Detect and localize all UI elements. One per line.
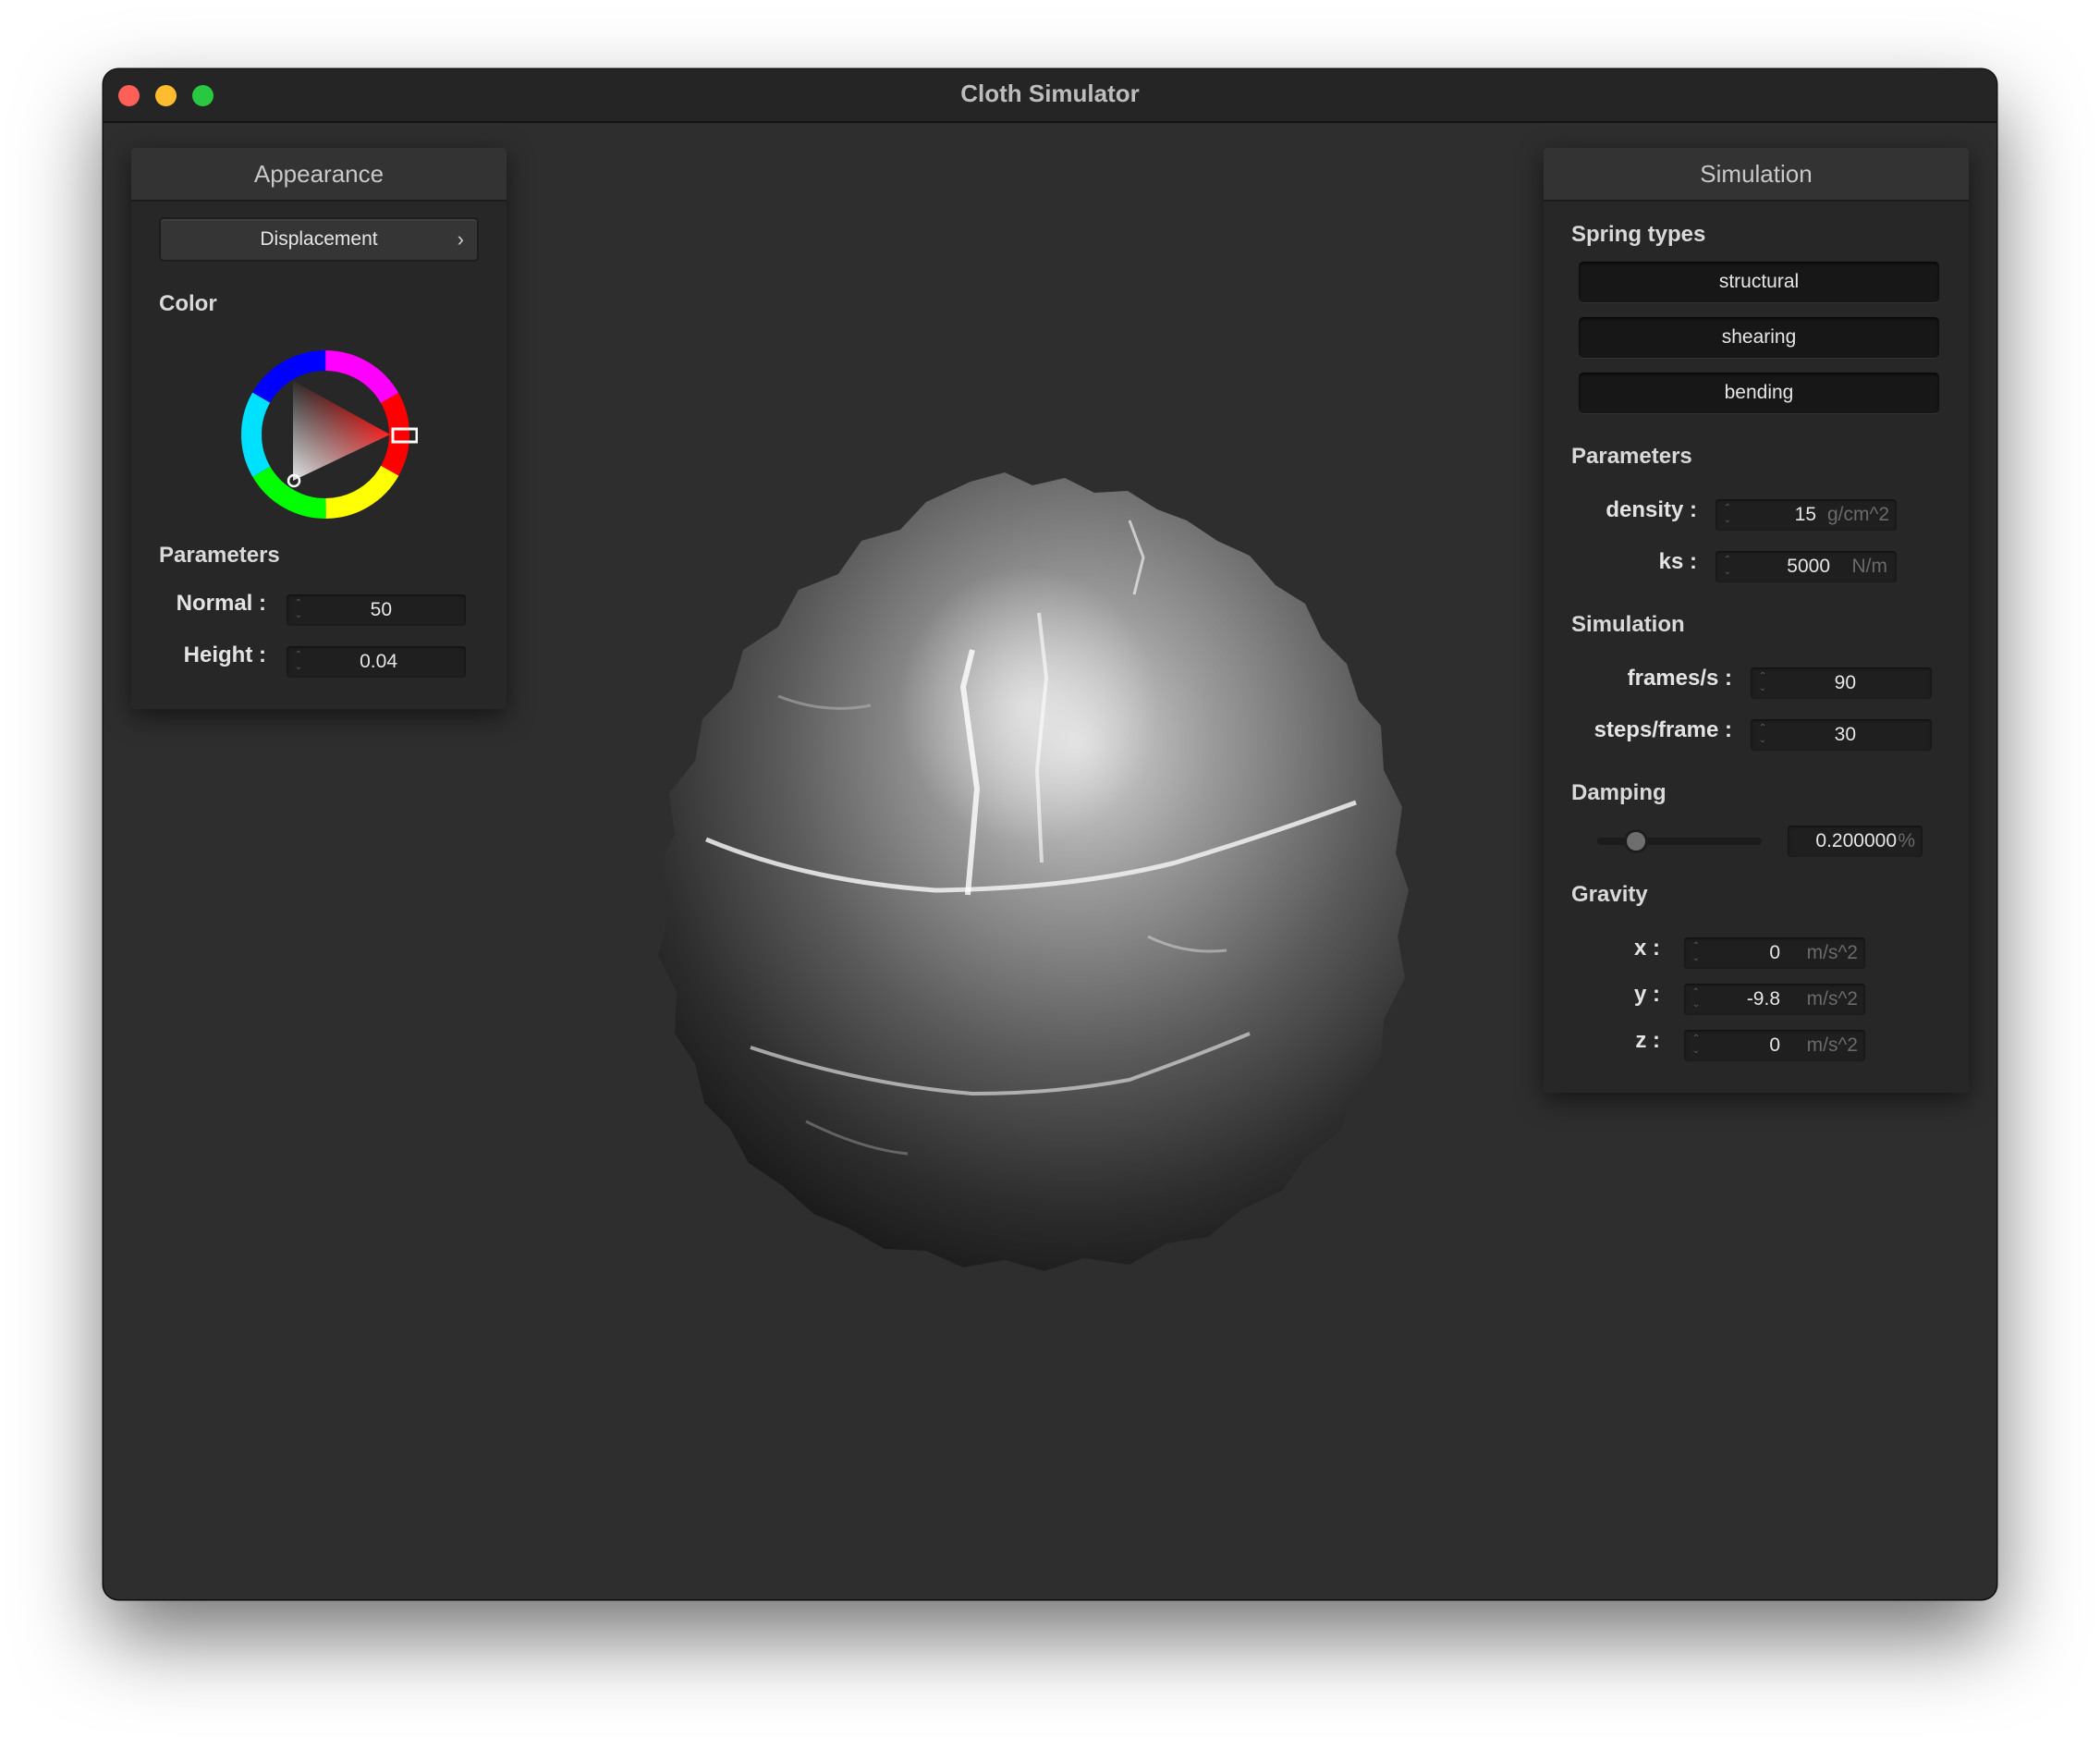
stepper-icon[interactable]: ⌃ ⌄ bbox=[294, 597, 303, 623]
stepper-icon[interactable]: ⌃ ⌄ bbox=[1758, 670, 1767, 696]
gravity-z-value: 0 bbox=[1769, 1034, 1780, 1056]
stepper-icon[interactable]: ⌃ ⌄ bbox=[1758, 722, 1767, 748]
height-input[interactable]: ⌃ ⌄ 0.04 bbox=[287, 646, 466, 678]
window-title: Cloth Simulator bbox=[960, 80, 1140, 107]
damping-unit: % bbox=[1898, 830, 1915, 851]
title-bar[interactable]: Cloth Simulator bbox=[104, 69, 1996, 123]
damping-slider-knob[interactable] bbox=[1627, 832, 1645, 851]
gravity-y-label: y : bbox=[1633, 982, 1660, 1007]
frames-per-second-input[interactable]: ⌃ ⌄ 90 bbox=[1751, 667, 1932, 699]
sim-parameters-label: Parameters bbox=[1571, 444, 1692, 469]
gravity-x-input[interactable]: ⌃ ⌄ 0 m/s^2 bbox=[1684, 937, 1865, 969]
damping-label: Damping bbox=[1571, 780, 1667, 805]
structural-toggle[interactable]: structural bbox=[1579, 262, 1939, 302]
ks-value: 5000 bbox=[1787, 556, 1830, 577]
frames-per-second-value: 90 bbox=[1834, 672, 1856, 693]
gravity-x-label: x : bbox=[1633, 936, 1660, 961]
stepper-icon[interactable]: ⌃ ⌄ bbox=[294, 649, 303, 675]
stepper-icon[interactable]: ⌃ ⌄ bbox=[1691, 986, 1701, 1012]
normal-input[interactable]: ⌃ ⌄ 50 bbox=[287, 594, 466, 626]
appearance-params-label: Parameters bbox=[159, 543, 280, 568]
gravity-x-value: 0 bbox=[1769, 942, 1780, 963]
ks-label: ks : bbox=[1658, 549, 1697, 574]
height-value: 0.04 bbox=[360, 651, 397, 672]
stepper-icon[interactable]: ⌃ ⌄ bbox=[1723, 502, 1732, 528]
chevron-right-icon: › bbox=[457, 227, 464, 251]
color-wheel-icon[interactable] bbox=[233, 342, 418, 527]
density-unit: g/cm^2 bbox=[1826, 504, 1889, 525]
shader-popup-button[interactable]: Displacement › bbox=[159, 217, 479, 262]
frames-per-second-label: frames/s : bbox=[1627, 666, 1732, 691]
app-window: Cloth Simulator Appearance Displacement … bbox=[104, 69, 1996, 1599]
ks-unit: N/m bbox=[1851, 556, 1888, 577]
steps-per-frame-value: 30 bbox=[1834, 724, 1856, 745]
gravity-y-value: -9.8 bbox=[1746, 988, 1780, 1010]
density-input[interactable]: ⌃ ⌄ 15 g/cm^2 bbox=[1715, 499, 1897, 531]
damping-slider-track[interactable] bbox=[1597, 838, 1762, 845]
stepper-icon[interactable]: ⌃ ⌄ bbox=[1691, 940, 1701, 966]
gravity-y-unit: m/s^2 bbox=[1806, 988, 1858, 1010]
damping-input[interactable]: 0.200000 % bbox=[1788, 826, 1923, 857]
sim-simulation-label: Simulation bbox=[1571, 612, 1685, 637]
color-section-label: Color bbox=[159, 291, 217, 316]
spring-types-label: Spring types bbox=[1571, 222, 1706, 247]
appearance-panel-header[interactable]: Appearance bbox=[131, 148, 507, 202]
steps-per-frame-label: steps/frame : bbox=[1593, 717, 1732, 742]
steps-per-frame-input[interactable]: ⌃ ⌄ 30 bbox=[1751, 719, 1932, 751]
gravity-z-unit: m/s^2 bbox=[1806, 1034, 1858, 1056]
damping-slider[interactable] bbox=[1597, 827, 1762, 855]
height-label: Height : bbox=[183, 643, 266, 667]
stepper-icon[interactable]: ⌃ ⌄ bbox=[1691, 1033, 1701, 1059]
normal-value: 50 bbox=[370, 599, 392, 620]
gravity-y-input[interactable]: ⌃ ⌄ -9.8 m/s^2 bbox=[1684, 984, 1865, 1015]
gravity-z-label: z : bbox=[1635, 1028, 1660, 1053]
gravity-label: Gravity bbox=[1571, 882, 1648, 907]
shader-popup-label: Displacement bbox=[260, 228, 378, 250]
appearance-panel: Appearance Displacement › Color Paramete… bbox=[131, 148, 507, 709]
ks-input[interactable]: ⌃ ⌄ 5000 N/m bbox=[1715, 551, 1897, 582]
simulation-panel-header[interactable]: Simulation bbox=[1544, 148, 1969, 202]
stepper-icon[interactable]: ⌃ ⌄ bbox=[1723, 554, 1732, 580]
shearing-toggle[interactable]: shearing bbox=[1579, 317, 1939, 358]
bending-toggle[interactable]: bending bbox=[1579, 373, 1939, 413]
density-label: density : bbox=[1606, 497, 1697, 522]
density-value: 15 bbox=[1794, 504, 1816, 525]
damping-value: 0.200000 bbox=[1815, 830, 1897, 851]
gravity-x-unit: m/s^2 bbox=[1806, 942, 1858, 963]
gravity-z-input[interactable]: ⌃ ⌄ 0 m/s^2 bbox=[1684, 1030, 1865, 1061]
simulation-panel: Simulation Spring types structural shear… bbox=[1544, 148, 1969, 1093]
normal-label: Normal : bbox=[176, 591, 266, 616]
